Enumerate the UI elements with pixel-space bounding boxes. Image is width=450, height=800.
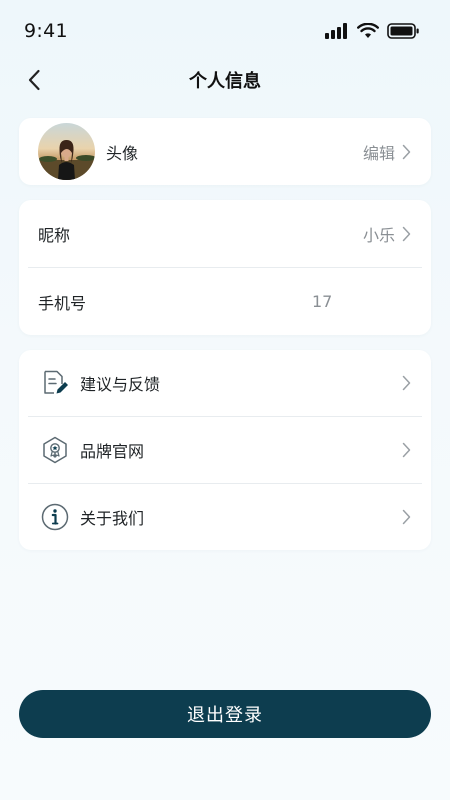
wifi-icon bbox=[357, 23, 379, 38]
nav-bar: 个人信息 bbox=[0, 62, 450, 98]
phone-label: 手机号 bbox=[38, 293, 87, 313]
status-icons bbox=[325, 23, 420, 39]
menu-item-feedback[interactable]: 建议与反馈 bbox=[19, 350, 431, 416]
avatar-row[interactable]: 头像 编辑 bbox=[19, 118, 431, 185]
brand-badge-icon bbox=[40, 435, 70, 465]
nickname-label: 昵称 bbox=[38, 225, 71, 245]
avatar-image bbox=[38, 123, 95, 180]
chevron-right-icon bbox=[400, 375, 412, 391]
chevron-right-icon bbox=[400, 509, 412, 525]
info-circle-icon bbox=[40, 502, 70, 532]
avatar[interactable] bbox=[38, 123, 95, 180]
nickname-row[interactable]: 昵称 小乐 bbox=[19, 200, 431, 267]
page-title: 个人信息 bbox=[189, 71, 261, 92]
menu-item-brand-website[interactable]: 品牌官网 bbox=[19, 417, 431, 483]
status-time: 9:41 bbox=[24, 20, 68, 42]
feedback-document-edit-icon bbox=[40, 368, 70, 398]
phone-row: 手机号 176 bbox=[19, 268, 431, 335]
avatar-label: 头像 bbox=[106, 143, 139, 163]
logout-button[interactable]: 退出登录 bbox=[19, 690, 431, 738]
cellular-signal-icon bbox=[325, 23, 347, 39]
menu-item-label: 关于我们 bbox=[80, 509, 145, 528]
chevron-right-icon bbox=[400, 442, 412, 458]
account-info-card: 昵称 小乐 手机号 176 bbox=[19, 200, 431, 335]
phone-redaction-mask bbox=[333, 290, 415, 314]
menu-item-label: 品牌官网 bbox=[80, 442, 145, 461]
battery-icon bbox=[387, 23, 419, 39]
edit-avatar-link[interactable]: 编辑 bbox=[363, 140, 395, 164]
avatar-card: 头像 编辑 bbox=[19, 118, 431, 185]
chevron-right-icon bbox=[400, 144, 412, 160]
chevron-right-icon bbox=[400, 226, 412, 242]
status-bar: 9:41 bbox=[0, 0, 450, 62]
menu-item-about-us[interactable]: 关于我们 bbox=[19, 484, 431, 550]
nickname-value: 小乐 bbox=[362, 225, 395, 245]
menu-card: 建议与反馈 品牌官网 关于我们 bbox=[19, 350, 431, 550]
menu-item-label: 建议与反馈 bbox=[80, 375, 161, 394]
